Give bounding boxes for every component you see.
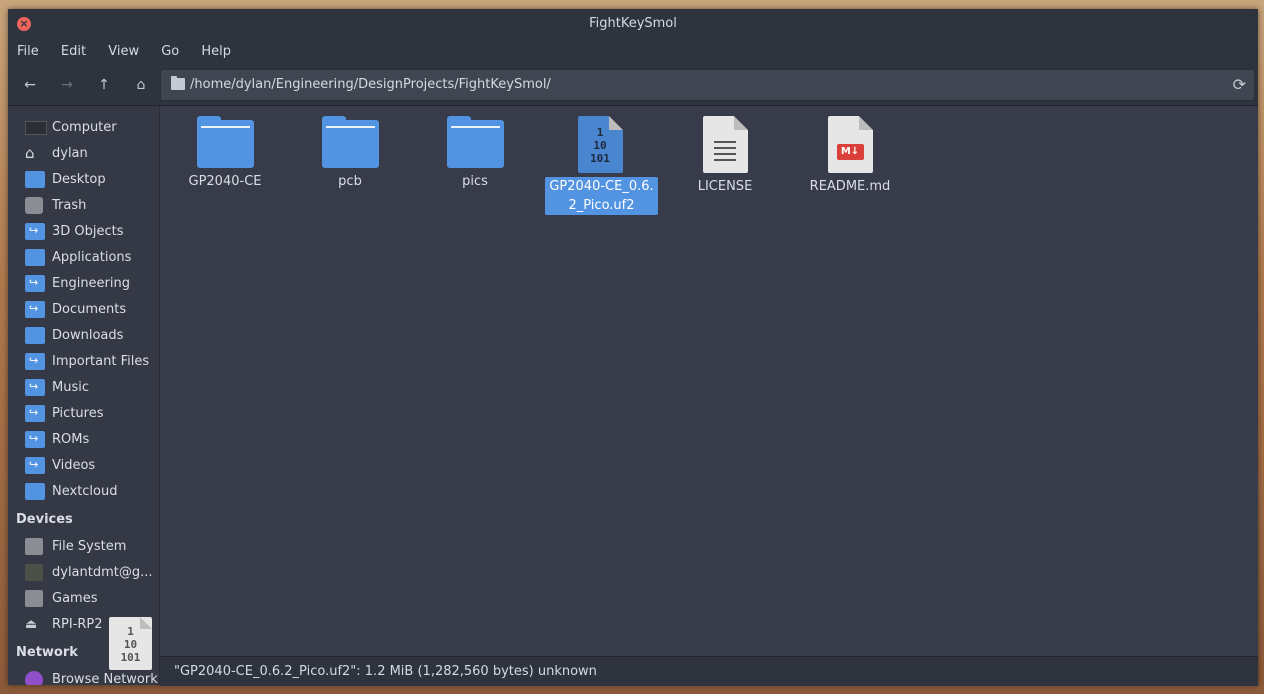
file-view[interactable]: GP2040-CE pcb pics 1 10 101 GP2040-CE_0.… xyxy=(160,106,1258,656)
folder-link-icon xyxy=(25,301,45,318)
file-item-folder[interactable]: pics xyxy=(418,116,532,191)
refresh-icon[interactable]: ⟳ xyxy=(1233,75,1246,95)
sidebar-item-important-files[interactable]: Important Files xyxy=(8,349,159,375)
menu-edit[interactable]: Edit xyxy=(52,39,95,65)
file-item-markdown[interactable]: M↓ README.md xyxy=(793,116,907,196)
folder-icon xyxy=(171,76,185,90)
menu-bar: File Edit View Go Help xyxy=(8,39,1258,65)
folder-icon xyxy=(321,116,379,168)
folder-icon xyxy=(446,116,504,168)
text-file-icon xyxy=(702,116,748,173)
drive-icon xyxy=(25,538,43,555)
trash-icon xyxy=(25,197,43,214)
menu-go[interactable]: Go xyxy=(152,39,188,65)
folder-link-icon xyxy=(25,457,45,474)
sidebar-item-3d-objects[interactable]: 3D Objects xyxy=(8,219,159,245)
sidebar-item-trash[interactable]: Trash xyxy=(8,193,159,219)
folder-link-icon xyxy=(25,275,45,292)
binary-file-icon: 1 10 101 xyxy=(577,116,623,173)
status-bar: "GP2040-CE_0.6.2_Pico.uf2": 1.2 MiB (1,2… xyxy=(160,656,1258,686)
folder-icon xyxy=(25,483,45,500)
menu-help[interactable]: Help xyxy=(192,39,240,65)
sidebar-item-music[interactable]: Music xyxy=(8,375,159,401)
sidebar-item-home[interactable]: ⌂ dylan xyxy=(8,141,159,167)
toolbar: ← → ↑ ⌂ /home/dylan/Engineering/DesignPr… xyxy=(8,65,1258,106)
status-text: "GP2040-CE_0.6.2_Pico.uf2": 1.2 MiB (1,2… xyxy=(174,664,597,679)
close-icon[interactable]: × xyxy=(17,17,31,31)
sidebar-item-engineering[interactable]: Engineering xyxy=(8,271,159,297)
network-icon xyxy=(25,671,43,685)
folder-link-icon xyxy=(25,223,45,240)
sidebar-item-nextcloud[interactable]: Nextcloud xyxy=(8,479,159,505)
file-item-binary[interactable]: 1 10 101 GP2040-CE_0.6.2_Pico.uf2 xyxy=(543,116,658,215)
sidebar-item-downloads[interactable]: Downloads xyxy=(8,323,159,349)
folder-link-icon xyxy=(25,353,45,370)
markdown-file-icon: M↓ xyxy=(827,116,873,173)
window-title: FightKeySmol xyxy=(589,16,677,31)
sidebar: Computer ⌂ dylan Desktop Trash 3D Object… xyxy=(8,106,160,685)
back-arrow-icon[interactable]: ← xyxy=(19,75,41,95)
folder-link-icon xyxy=(25,431,45,448)
sidebar-item-documents[interactable]: Documents xyxy=(8,297,159,323)
computer-icon xyxy=(25,121,47,135)
forward-arrow-icon[interactable]: → xyxy=(56,75,78,95)
file-manager-window: × FightKeySmol File Edit View Go Help ← … xyxy=(8,9,1258,686)
downloads-folder-icon xyxy=(25,327,45,344)
drive-icon xyxy=(25,590,43,607)
sidebar-item-pictures[interactable]: Pictures xyxy=(8,401,159,427)
sidebar-item-network-drive[interactable]: dylantdmt@g... xyxy=(8,560,159,586)
sidebar-item-roms[interactable]: ROMs xyxy=(8,427,159,453)
network-drive-icon xyxy=(25,564,43,581)
network-header: Network xyxy=(16,645,78,660)
eject-icon[interactable]: ⏏ xyxy=(25,616,45,633)
folder-link-icon xyxy=(25,405,45,422)
menu-file[interactable]: File xyxy=(8,39,48,65)
home-icon: ⌂ xyxy=(25,144,35,162)
location-path[interactable]: /home/dylan/Engineering/DesignProjects/F… xyxy=(190,70,551,100)
up-arrow-icon[interactable]: ↑ xyxy=(93,75,115,95)
file-item-folder[interactable]: pcb xyxy=(293,116,407,191)
title-bar[interactable]: × FightKeySmol xyxy=(8,9,1258,39)
sidebar-item-desktop[interactable]: Desktop xyxy=(8,167,159,193)
devices-header: Devices xyxy=(16,512,73,527)
folder-link-icon xyxy=(25,379,45,396)
folder-icon xyxy=(25,249,45,266)
sidebar-item-file-system[interactable]: File System xyxy=(8,534,159,560)
sidebar-item-games[interactable]: Games xyxy=(8,586,159,612)
menu-view[interactable]: View xyxy=(99,39,148,65)
folder-icon xyxy=(196,116,254,168)
drag-binary-file-icon: 1 10 101 xyxy=(109,617,152,670)
file-item-text[interactable]: LICENSE xyxy=(668,116,782,196)
file-item-folder[interactable]: GP2040-CE xyxy=(168,116,282,191)
sidebar-item-videos[interactable]: Videos xyxy=(8,453,159,479)
home-icon[interactable]: ⌂ xyxy=(130,75,152,95)
sidebar-item-applications[interactable]: Applications xyxy=(8,245,159,271)
sidebar-item-computer[interactable]: Computer xyxy=(8,115,159,141)
desktop-folder-icon xyxy=(25,171,45,188)
location-bar[interactable]: /home/dylan/Engineering/DesignProjects/F… xyxy=(160,69,1255,101)
